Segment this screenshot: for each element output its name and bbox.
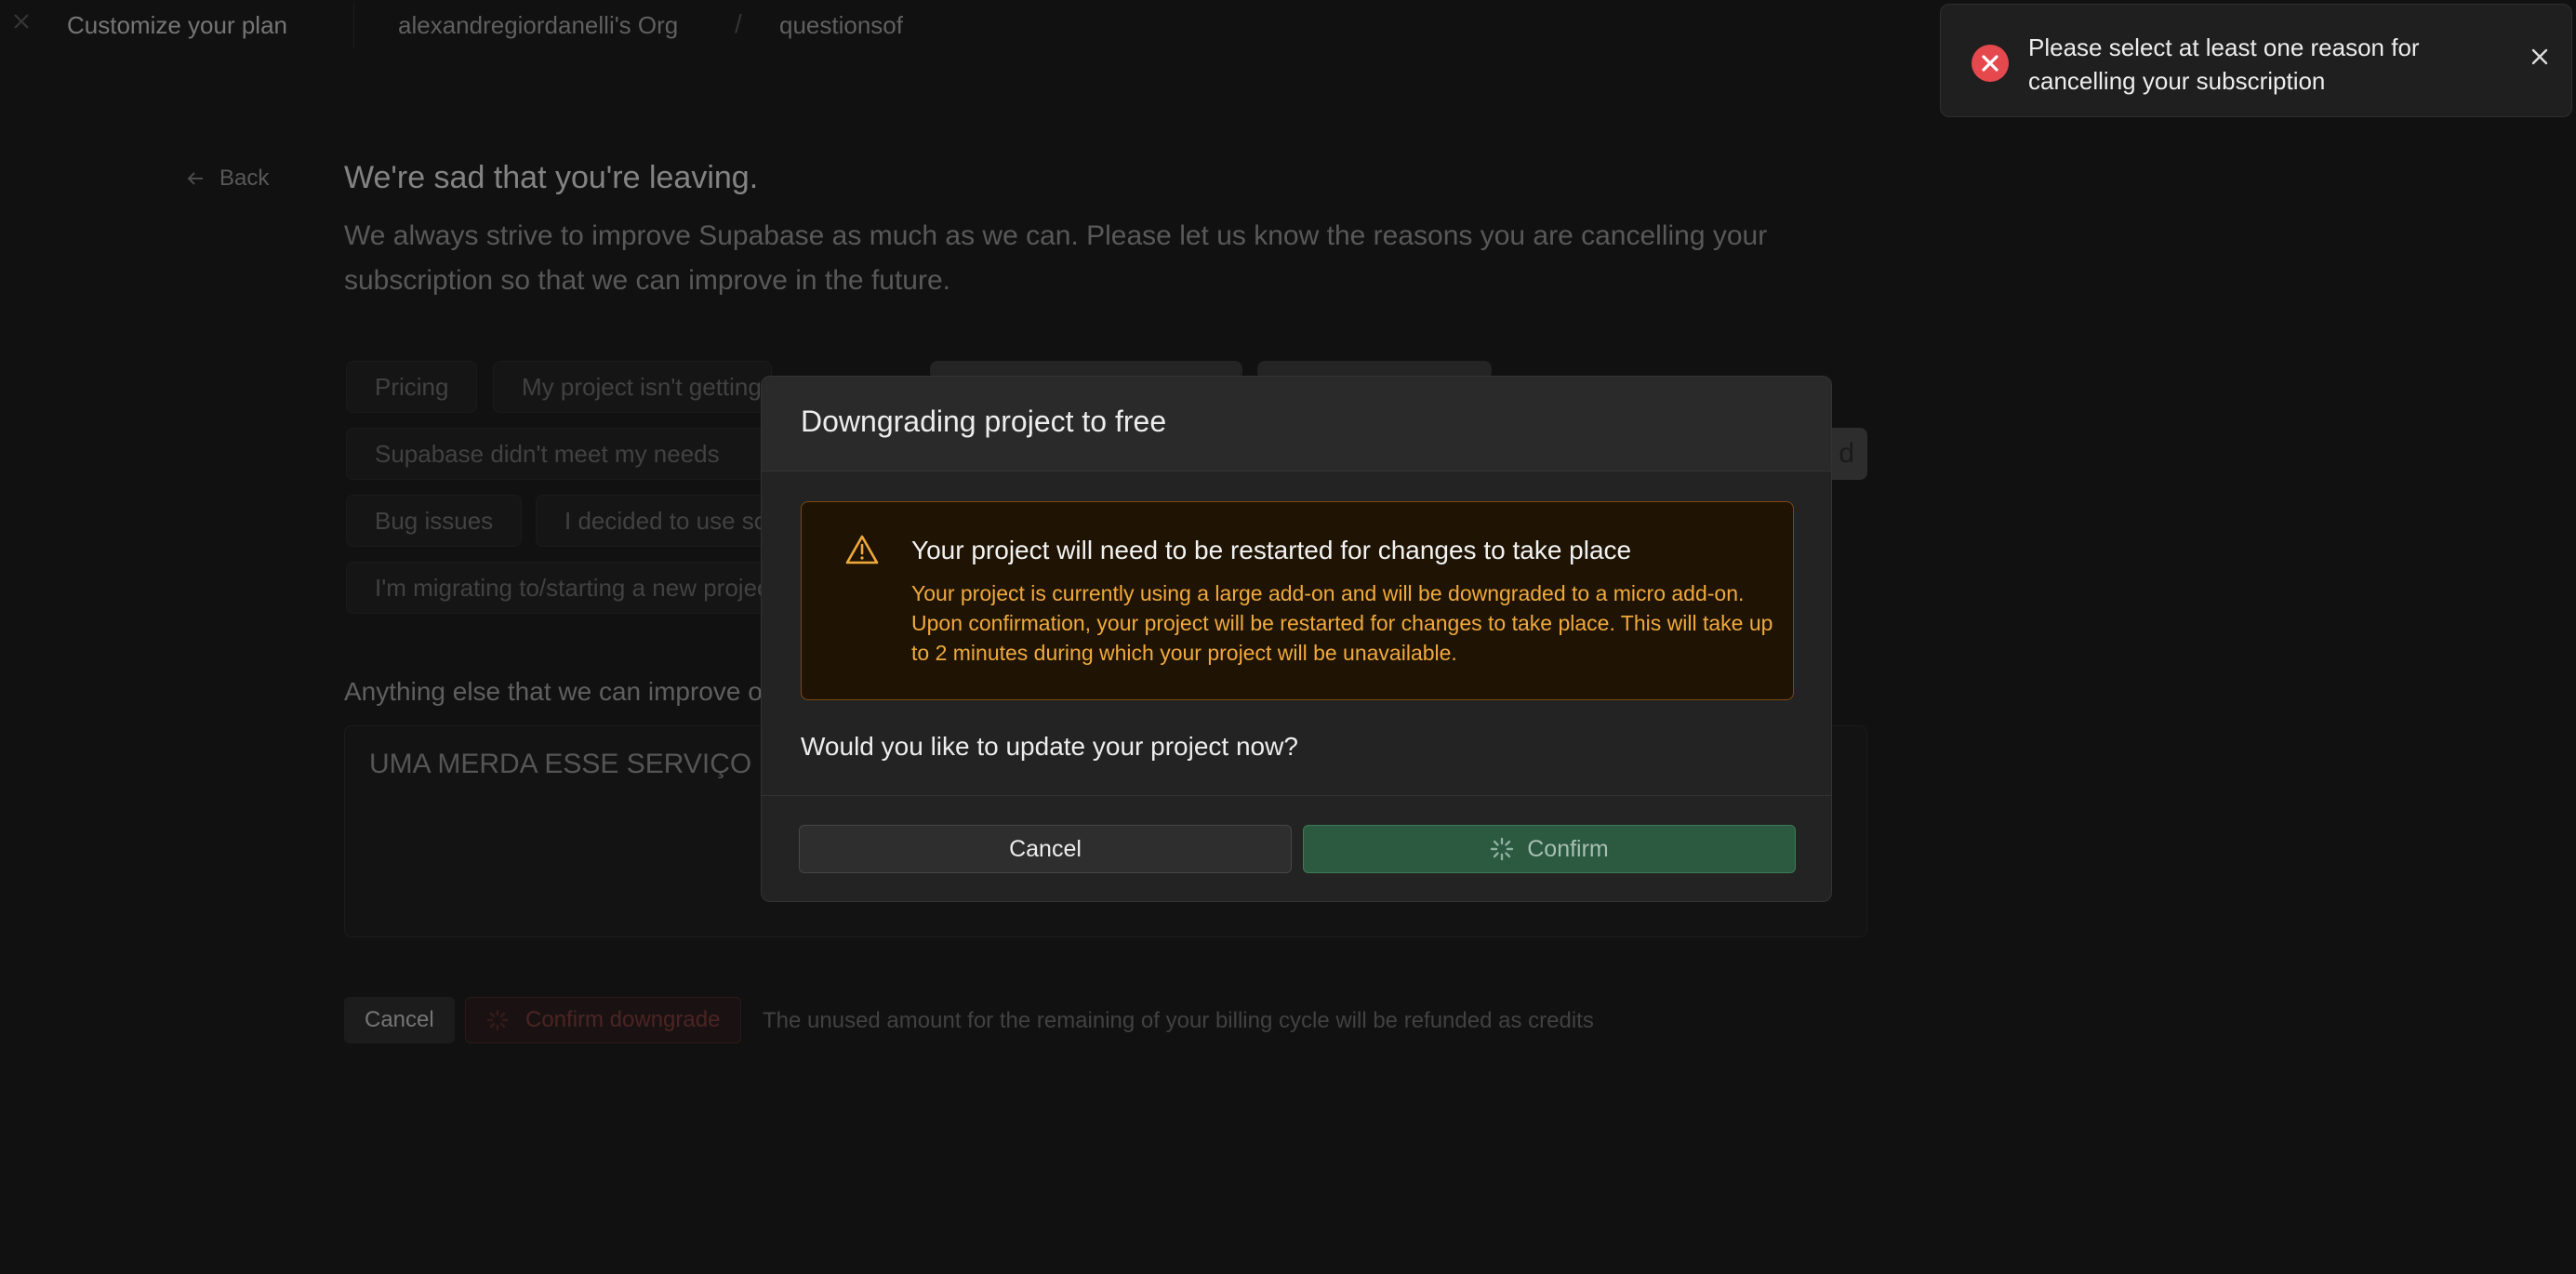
alert-body: Your project is currently using a large … [911, 581, 1773, 665]
error-toast: Please select at least one reason for ca… [1940, 4, 2572, 117]
modal-title: Downgrading project to free [801, 405, 1167, 438]
modal-cancel-button[interactable]: Cancel [799, 825, 1292, 873]
toast-message: Please select at least one reason for ca… [2028, 33, 2420, 95]
modal-divider [762, 795, 1831, 796]
cancel-subscription-page: Customize your plan alexandregiordanelli… [0, 0, 2576, 1274]
error-circle-icon [1972, 45, 2009, 82]
modal-confirm-label: Confirm [1527, 836, 1609, 862]
toast-close-icon[interactable] [2530, 46, 2550, 67]
modal-confirm-button[interactable]: Confirm [1303, 825, 1796, 873]
warning-triangle-icon [845, 535, 879, 564]
restart-warning-alert: Your project will need to be restarted f… [801, 501, 1794, 700]
modal-header: Downgrading project to free [762, 377, 1831, 471]
downgrade-modal: Downgrading project to free Your project… [761, 376, 1832, 902]
modal-question: Would you like to update your project no… [801, 732, 1298, 761]
alert-title: Your project will need to be restarted f… [911, 536, 1632, 564]
spinner-icon [1491, 837, 1514, 861]
